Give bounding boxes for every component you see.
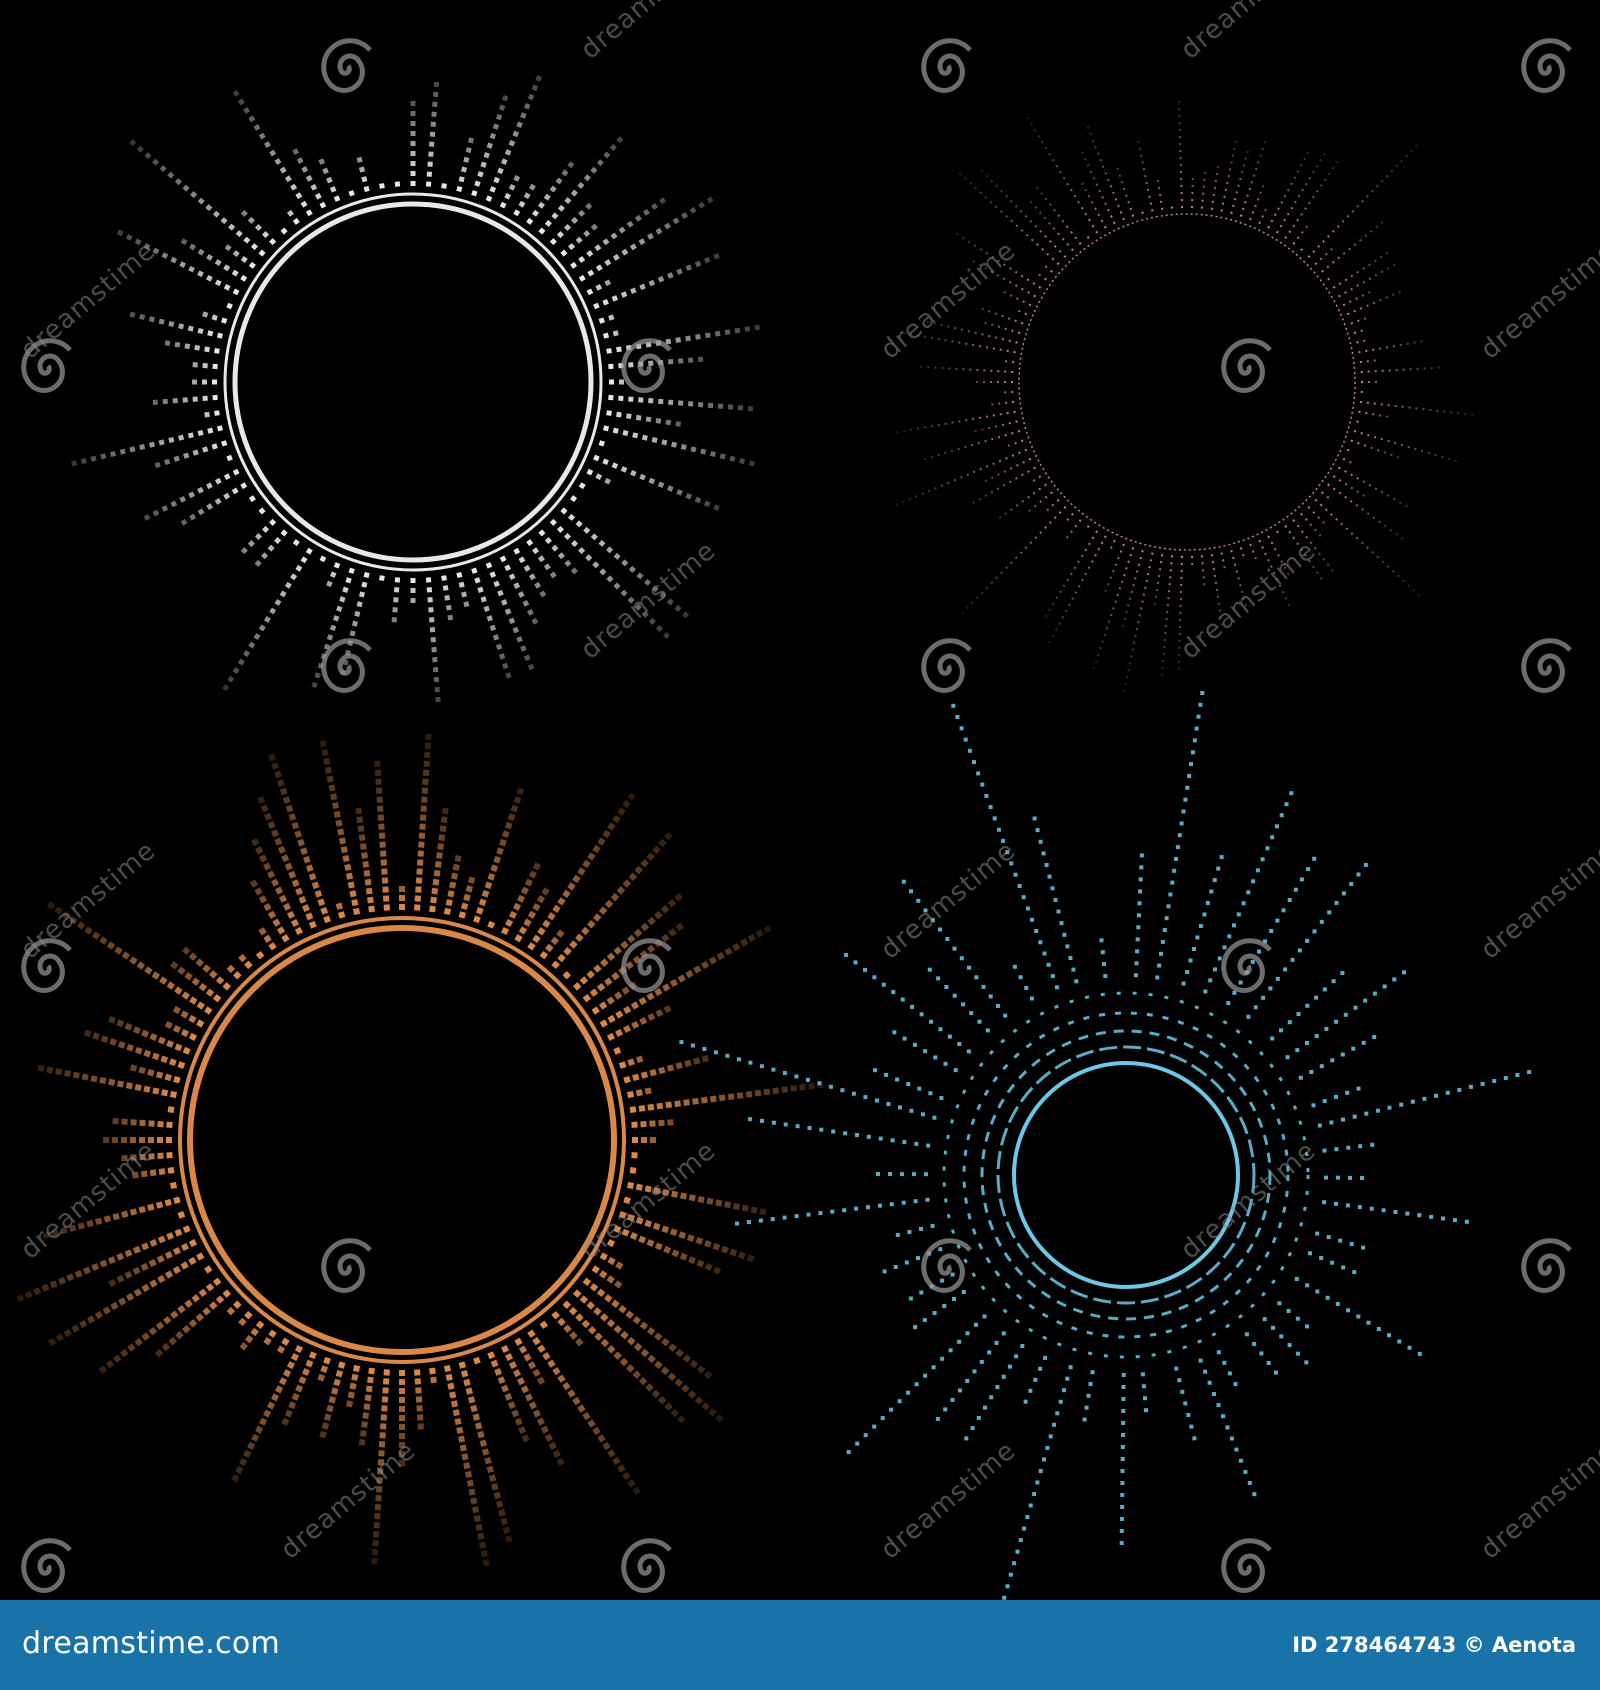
equalizer-bar <box>379 575 385 581</box>
equalizer-bar <box>1360 390 1363 394</box>
image-credit: ID 278464743 © Aenota <box>1292 1633 1576 1657</box>
artwork-canvas: dreamstime dreamstime dreamstimedreamstime… <box>0 0 1600 1600</box>
equalizer-bar <box>1170 206 1174 209</box>
equalizer-bar <box>410 578 416 603</box>
equalizer-bar <box>399 886 405 910</box>
equalizer-bar <box>410 101 416 186</box>
equalizer-bar <box>379 183 385 189</box>
stock-footer-bar: dreamstime.com ID 278464743 © Aenota <box>0 1600 1600 1690</box>
equalizer-bar <box>169 1181 178 1189</box>
brand-label[interactable]: dreamstime.com <box>22 1626 280 1661</box>
equalizer-bar <box>629 1167 637 1174</box>
equalizer-bar <box>394 181 401 187</box>
image-id: ID 278464743 <box>1292 1633 1457 1657</box>
equalizer-bar <box>632 1137 656 1143</box>
equalizer-bar <box>631 1152 638 1159</box>
equalizer-bar <box>167 1106 175 1113</box>
copyright-symbol: © <box>1463 1633 1485 1657</box>
equalizer-bar <box>192 379 217 385</box>
author-name[interactable]: Aenota <box>1492 1633 1576 1657</box>
equalizer-bar <box>441 183 447 189</box>
